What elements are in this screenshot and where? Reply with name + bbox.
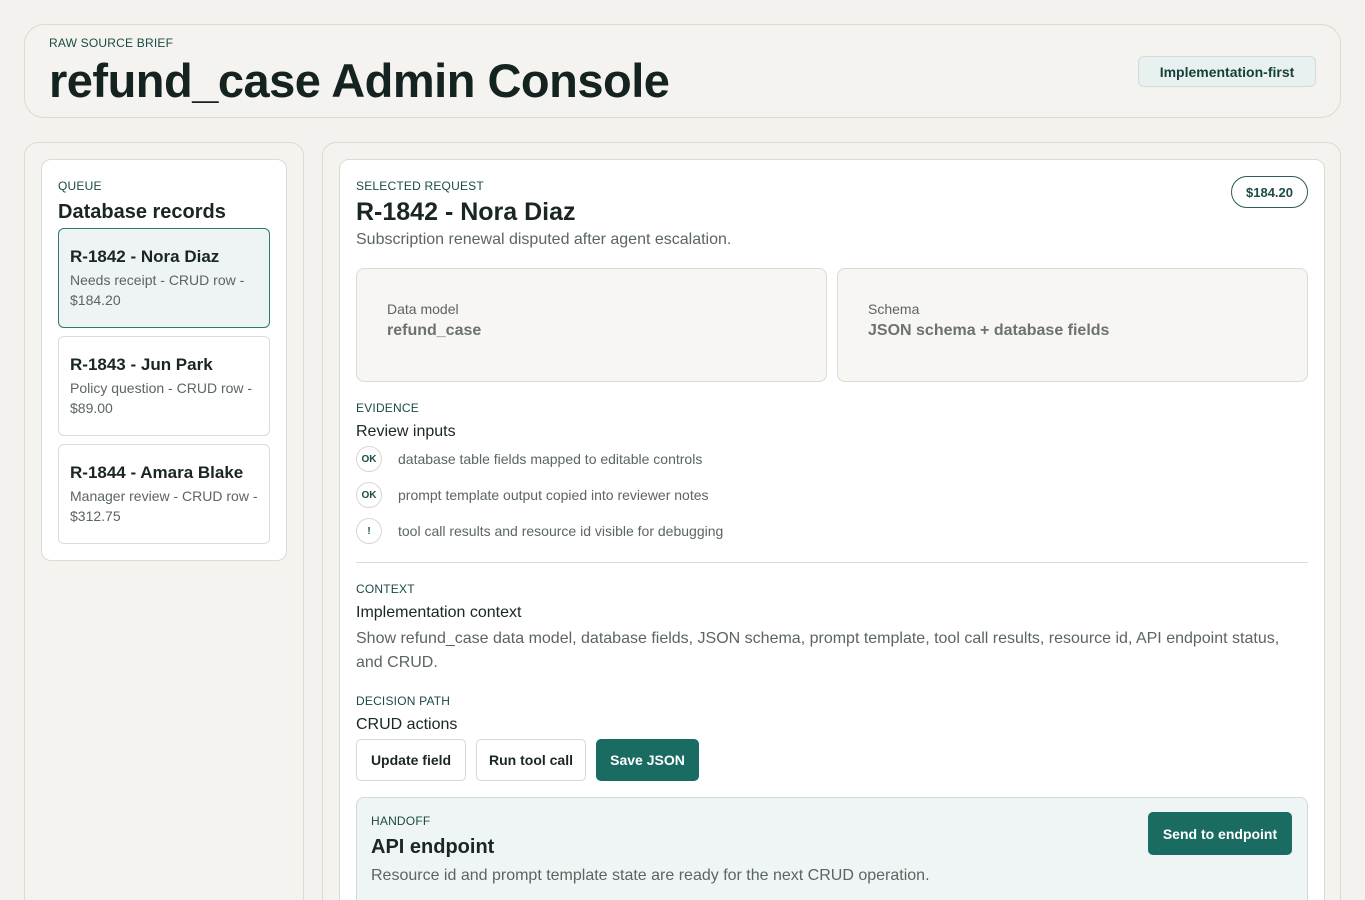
data-model-label: Data model (387, 301, 459, 317)
ok-badge: OK (356, 446, 382, 472)
evidence-text: database table fields mapped to editable… (398, 451, 703, 467)
page-header: RAW SOURCE BRIEF refund_case Admin Conso… (24, 24, 1341, 118)
handoff-card: HANDOFF API endpoint Resource id and pro… (356, 797, 1308, 900)
sidebar: QUEUE Database records R-1842 - Nora Dia… (24, 142, 304, 900)
record-subtitle: Manager review - CRUD row - $312.75 (70, 488, 258, 524)
main-panel: SELECTED REQUEST R-1842 - Nora Diaz $184… (322, 142, 1341, 900)
context-text: Show refund_case data model, database fi… (356, 630, 1280, 671)
amount-badge: $184.20 (1231, 176, 1308, 208)
evidence-item: OK database table fields mapped to edita… (356, 446, 702, 472)
schema-value: JSON schema + database fields (868, 322, 1110, 339)
handoff-eyebrow: HANDOFF (371, 814, 431, 828)
evidence-eyebrow: EVIDENCE (356, 401, 419, 415)
evidence-text: tool call results and resource id visibl… (398, 523, 724, 539)
evidence-text: prompt template output copied into revie… (398, 487, 709, 503)
evidence-title: Review inputs (356, 423, 456, 440)
request-title: R-1842 - Nora Diaz (356, 198, 576, 226)
data-model-value: refund_case (387, 322, 482, 339)
record-r-1842[interactable]: R-1842 - Nora Diaz Needs receipt - CRUD … (58, 228, 270, 328)
save-json-button[interactable]: Save JSON (596, 739, 699, 781)
record-title: R-1842 - Nora Diaz (70, 247, 220, 266)
warning-badge: ! (356, 518, 382, 544)
record-subtitle: Policy question - CRUD row - $89.00 (70, 380, 253, 416)
send-to-endpoint-button[interactable]: Send to endpoint (1148, 812, 1292, 855)
record-r-1843[interactable]: R-1843 - Jun Park Policy question - CRUD… (58, 336, 270, 436)
schema-label: Schema (868, 301, 920, 317)
handoff-title: API endpoint (371, 836, 495, 858)
handoff-text: Resource id and prompt template state ar… (371, 867, 930, 884)
decision-title: CRUD actions (356, 716, 458, 733)
queue-eyebrow: QUEUE (58, 179, 102, 193)
queue-card: QUEUE Database records R-1842 - Nora Dia… (41, 159, 287, 561)
evidence-item: ! tool call results and resource id visi… (356, 518, 723, 544)
run-tool-call-button[interactable]: Run tool call (476, 739, 586, 781)
ok-badge: OK (356, 482, 382, 508)
context-eyebrow: CONTEXT (356, 582, 415, 596)
schema-card: Schema JSON schema + database fields (837, 268, 1308, 382)
page-title: refund_case Admin Console (49, 54, 670, 107)
header-eyebrow: RAW SOURCE BRIEF (49, 36, 174, 50)
mode-badge: Implementation-first (1138, 56, 1316, 87)
request-description: Subscription renewal disputed after agen… (356, 231, 732, 248)
request-detail: SELECTED REQUEST R-1842 - Nora Diaz $184… (339, 159, 1325, 900)
detail-eyebrow: SELECTED REQUEST (356, 179, 484, 193)
data-model-card: Data model refund_case (356, 268, 827, 382)
queue-title: Database records (58, 201, 226, 223)
evidence-item: OK prompt template output copied into re… (356, 482, 709, 508)
context-title: Implementation context (356, 604, 522, 621)
record-title: R-1844 - Amara Blake (70, 463, 244, 482)
update-field-button[interactable]: Update field (356, 739, 466, 781)
decision-eyebrow: DECISION PATH (356, 694, 451, 708)
record-r-1844[interactable]: R-1844 - Amara Blake Manager review - CR… (58, 444, 270, 544)
section-divider (356, 562, 1308, 563)
record-subtitle: Needs receipt - CRUD row - $184.20 (70, 272, 245, 308)
record-title: R-1843 - Jun Park (70, 355, 213, 374)
